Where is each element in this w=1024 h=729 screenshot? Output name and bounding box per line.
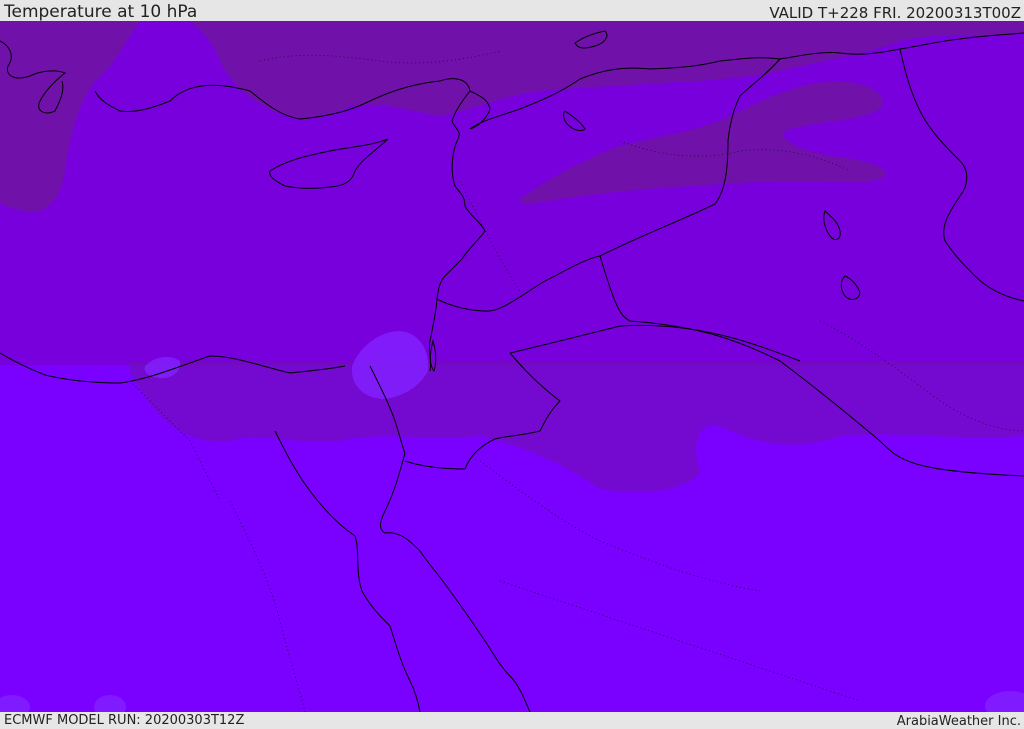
model-run: ECMWF MODEL RUN: 20200303T12Z xyxy=(4,713,245,728)
valid-time: VALID T+228 FRI. 20200313T00Z xyxy=(769,4,1021,22)
forecast-map-page: Temperature at 10 hPa VALID T+228 FRI. 2… xyxy=(0,0,1024,729)
header-bar: Temperature at 10 hPa VALID T+228 FRI. 2… xyxy=(0,0,1024,22)
map-canvas xyxy=(0,21,1024,712)
footer-bar: ECMWF MODEL RUN: 20200303T12Z ArabiaWeat… xyxy=(0,712,1024,729)
temperature-map xyxy=(0,21,1024,712)
credit-label: ArabiaWeather Inc. xyxy=(896,714,1021,729)
map-title: Temperature at 10 hPa xyxy=(4,2,198,22)
